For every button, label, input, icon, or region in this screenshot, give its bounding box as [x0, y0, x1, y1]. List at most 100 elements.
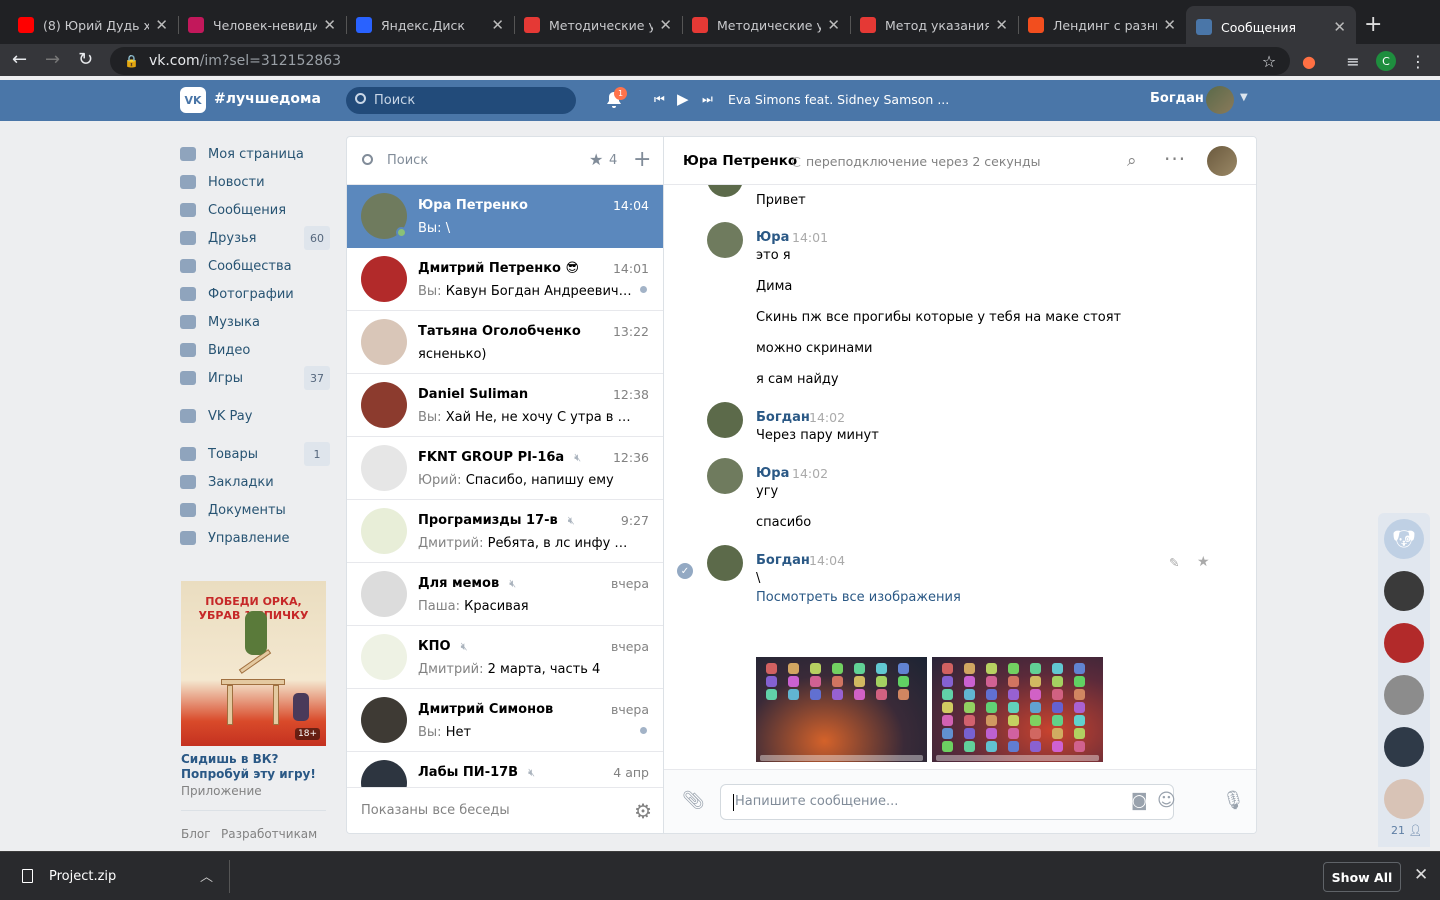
browser-tab[interactable]: Методические ук ✕: [514, 8, 682, 42]
new-chat-button[interactable]: +: [633, 147, 651, 172]
dialog-item[interactable]: Татьяна Оголобченко 13:22 ясненько): [347, 311, 663, 374]
group-name[interactable]: #лучшедома: [214, 91, 321, 107]
menu-item-1[interactable]: Новости: [180, 168, 330, 196]
footer-link-developers[interactable]: Разработчикам: [221, 827, 317, 841]
close-icon[interactable]: ✕: [155, 16, 168, 34]
message-author[interactable]: Юра: [756, 466, 789, 481]
message-author[interactable]: Юра: [756, 230, 789, 245]
favorite-star-icon[interactable]: ★: [1197, 554, 1210, 570]
new-tab-button[interactable]: +: [1364, 12, 1382, 37]
close-icon[interactable]: ✕: [323, 16, 336, 34]
dialog-item[interactable]: Дмитрий Симонов вчера Вы: Нет: [347, 689, 663, 752]
close-icon[interactable]: ✕: [1333, 18, 1346, 36]
friend-avatar[interactable]: [1384, 727, 1424, 767]
browser-tab[interactable]: Яндекс.Диск ✕: [346, 8, 514, 42]
menu-item-8[interactable]: Игры 37: [180, 364, 330, 392]
menu-item-10[interactable]: Товары 1: [180, 440, 330, 468]
chevron-up-icon[interactable]: ︿: [200, 866, 213, 885]
menu-item-2[interactable]: Сообщения: [180, 196, 330, 224]
menu-item-9[interactable]: VK Pay: [180, 402, 330, 430]
current-track[interactable]: Eva Simons feat. Sidney Samson ...: [728, 92, 949, 107]
message-avatar[interactable]: [707, 402, 743, 438]
star-icon[interactable]: ★: [589, 150, 603, 169]
dialog-item[interactable]: FKNT GROUP PI-16a 🔇︎ 12:36 Юрий: Спасибо, н…: [347, 437, 663, 500]
chat-avatar[interactable]: [1207, 146, 1237, 176]
friend-avatar[interactable]: [1384, 623, 1424, 663]
search-icon[interactable]: ⌕: [1127, 151, 1137, 171]
vk-search-input[interactable]: Поиск: [346, 87, 576, 114]
message-avatar[interactable]: [707, 222, 743, 258]
reload-icon[interactable]: ↻: [78, 48, 93, 72]
chrome-menu-icon[interactable]: ⋮: [1406, 49, 1430, 73]
message-avatar[interactable]: [707, 458, 743, 494]
menu-item-11[interactable]: Закладки: [180, 468, 330, 496]
dialog-item[interactable]: Для мемов 🔇︎ вчера Паша: Красивая: [347, 563, 663, 626]
message-input[interactable]: Напишите сообщение... ◙ ☺: [720, 784, 1176, 820]
screenshot-attachment[interactable]: [756, 657, 927, 762]
browser-tab[interactable]: (8) Юрий Дудь х Л ✕: [8, 8, 178, 42]
friend-avatar[interactable]: [1384, 571, 1424, 611]
paperclip-icon[interactable]: 📎︎: [682, 790, 705, 811]
view-all-images-link[interactable]: Посмотреть все изображения: [756, 590, 961, 605]
starred-count[interactable]: 4: [609, 153, 617, 168]
bookmark-star-icon[interactable]: ☆: [1257, 49, 1281, 73]
menu-item-5[interactable]: Фотографии: [180, 280, 330, 308]
camera-icon[interactable]: ◙: [1131, 791, 1148, 811]
dialog-item[interactable]: Лабы ПИ-17В 🔇︎ 4 апр: [347, 752, 663, 788]
footer-link-blog[interactable]: Блог: [181, 827, 211, 841]
back-icon[interactable]: ←: [12, 48, 27, 72]
user-name[interactable]: Богдан: [1150, 91, 1204, 106]
screenshot-attachment[interactable]: [932, 657, 1103, 762]
play-icon[interactable]: ▶: [677, 90, 689, 108]
media-control-icon[interactable]: ≡: [1341, 49, 1365, 73]
profile-avatar[interactable]: C: [1376, 51, 1396, 71]
next-track-icon[interactable]: ⏭: [702, 92, 713, 107]
dog-avatar[interactable]: 🐶︎: [1384, 519, 1424, 559]
friend-avatar[interactable]: [1384, 675, 1424, 715]
browser-tab[interactable]: Человек-невидим ✕: [178, 8, 346, 42]
close-icon[interactable]: ✕: [659, 16, 672, 34]
chevron-down-icon[interactable]: ▼: [1240, 92, 1248, 103]
forward-icon[interactable]: →: [45, 48, 60, 72]
ad-banner[interactable]: ПОБЕДИ ОРКА, УБРАВ 1 СПИЧКУ 18+: [181, 581, 326, 746]
dialog-item[interactable]: Daniel Suliman 12:38 Вы: Хай Не, не хочу С…: [347, 374, 663, 437]
online-count[interactable]: 21 👤︎: [1391, 824, 1422, 837]
close-icon[interactable]: ✕: [995, 16, 1008, 34]
microphone-icon[interactable]: 🎙︎: [1222, 790, 1245, 811]
menu-item-3[interactable]: Друзья 60: [180, 224, 330, 252]
address-bar[interactable]: 🔒 vk.com/im?sel=312152863: [110, 47, 1290, 75]
dialog-item[interactable]: Юра Петренко 14:04 Вы: \: [347, 185, 663, 248]
browser-tab[interactable]: Метод указания к ✕: [850, 8, 1018, 42]
user-avatar[interactable]: [1206, 86, 1234, 114]
browser-tab[interactable]: Сообщения ✕: [1186, 6, 1356, 48]
gear-icon[interactable]: ⚙: [634, 799, 652, 823]
menu-item-12[interactable]: Документы: [180, 496, 330, 524]
close-icon[interactable]: ✕: [1414, 865, 1428, 885]
edit-pencil-icon[interactable]: ✎: [1169, 555, 1179, 570]
vk-logo[interactable]: VK: [180, 87, 206, 113]
extension-icon[interactable]: ●: [1297, 49, 1321, 73]
browser-tab[interactable]: Лендинг с разны ✕: [1018, 8, 1186, 42]
menu-item-4[interactable]: Сообщества: [180, 252, 330, 280]
menu-item-6[interactable]: Музыка: [180, 308, 330, 336]
show-all-button[interactable]: Show All: [1323, 862, 1401, 892]
message-avatar[interactable]: [707, 545, 743, 581]
more-options-icon[interactable]: ···: [1164, 147, 1186, 171]
menu-item-13[interactable]: Управление: [180, 524, 330, 552]
dialogs-search-input[interactable]: Поиск: [387, 153, 428, 168]
close-icon[interactable]: ✕: [827, 16, 840, 34]
download-file-name[interactable]: Project.zip: [49, 869, 116, 884]
ad-title[interactable]: Сидишь в ВК? Попробуй эту игру!: [181, 752, 326, 782]
menu-item-0[interactable]: Моя страница: [180, 140, 330, 168]
message-author[interactable]: Богдан: [756, 410, 810, 425]
menu-item-7[interactable]: Видео: [180, 336, 330, 364]
emoji-icon[interactable]: ☺: [1157, 790, 1176, 811]
dialog-item[interactable]: Дмитрий Петренко 😎 14:01 Вы: Кавун Богдан …: [347, 248, 663, 311]
browser-tab[interactable]: Методические ук ✕: [682, 8, 850, 42]
close-icon[interactable]: ✕: [491, 16, 504, 34]
prev-track-icon[interactable]: ⏮: [654, 92, 665, 107]
dialog-item[interactable]: КПО 🔇︎ вчера Дмитрий: 2 марта, часть 4: [347, 626, 663, 689]
friend-avatar[interactable]: [1384, 779, 1424, 819]
close-icon[interactable]: ✕: [1163, 16, 1176, 34]
dialog-item[interactable]: Програмизды 17-в 🔇︎ 9:27 Дмитрий: Ребята, в…: [347, 500, 663, 563]
